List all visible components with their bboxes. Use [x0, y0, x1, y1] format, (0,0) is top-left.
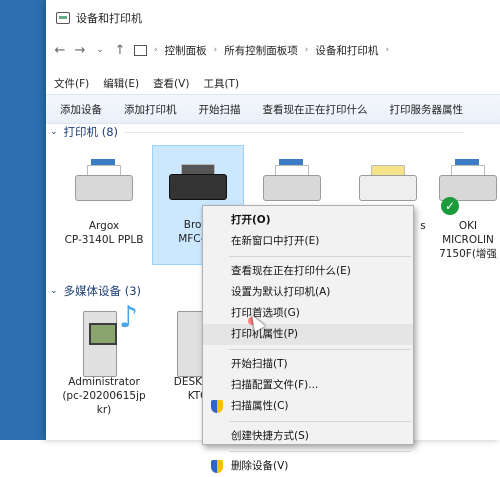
printer-argox[interactable]: Argox CP-3140L PPLB [58, 147, 150, 247]
menu-printing-preferences[interactable]: 打印首选项(G) [203, 303, 413, 324]
forward-arrow-icon[interactable]: → [74, 43, 86, 58]
menu-tools[interactable]: 工具(T) [203, 76, 239, 91]
start-scan-button[interactable]: 开始扫描 [199, 102, 241, 117]
group-title: 多媒体设备 (3) [63, 284, 141, 298]
menu-open-new-window[interactable]: 在新窗口中打开(E) [203, 231, 413, 252]
menu-edit[interactable]: 编辑(E) [103, 76, 139, 91]
device-label: OKI [458, 220, 478, 232]
menu-view[interactable]: 查看(V) [153, 76, 189, 91]
window-title: 设备和打印机 [76, 12, 142, 25]
default-printer-check-icon: ✓ [441, 197, 459, 215]
menu-separator [229, 451, 411, 452]
menu-separator [229, 349, 411, 350]
menu-file[interactable]: 文件(F) [54, 76, 89, 91]
chevron-right-icon: › [385, 45, 389, 55]
menu-open[interactable]: 打开(O) [203, 210, 413, 231]
media-server-icon: ♪ [69, 303, 139, 377]
device-label: 7150F(增强 [439, 248, 497, 260]
breadcrumb-item[interactable]: 所有控制面板项 [224, 43, 298, 58]
chevron-right-icon: › [213, 45, 218, 55]
menu-set-default[interactable]: 设置为默认打印机(A) [203, 282, 413, 303]
menu-scan-properties[interactable]: 扫描属性(C) [203, 396, 413, 417]
device-label: CP-3140L PPLB [64, 234, 144, 246]
control-panel-icon [134, 44, 147, 56]
recent-dropdown-icon[interactable]: ⌄ [94, 45, 106, 55]
media-device-administrator[interactable]: ♪ Administrator (pc-20200615jp kr) [58, 303, 150, 417]
divider [124, 131, 464, 133]
menu-start-scan[interactable]: 开始扫描(T) [203, 354, 413, 375]
printers-group-header[interactable]: ⌄ 打印机 (8) [50, 124, 464, 140]
menu-see-printing[interactable]: 查看现在正在打印什么(E) [203, 261, 413, 282]
menu-remove-device[interactable]: 删除设备(V) [203, 456, 413, 477]
device-label: Argox [88, 220, 120, 232]
devices-printers-icon [56, 12, 70, 24]
breadcrumb-item[interactable]: 控制面板 [165, 43, 207, 58]
menu-separator [229, 256, 411, 257]
breadcrumb[interactable]: › 控制面板 › 所有控制面板项 › 设备和打印机 › [134, 43, 389, 58]
menu-create-shortcut[interactable]: 创建快捷方式(S) [203, 426, 413, 447]
group-title: 打印机 (8) [63, 125, 118, 139]
add-device-button[interactable]: 添加设备 [60, 102, 102, 117]
print-server-properties-button[interactable]: 打印服务器属性 [390, 102, 464, 117]
up-arrow-icon[interactable]: ↑ [114, 43, 126, 58]
shield-icon [211, 400, 223, 413]
chevron-right-icon: › [304, 45, 309, 55]
device-label: kr) [96, 404, 112, 416]
device-label: (pc-20200615jp [62, 390, 146, 402]
printer-icon [69, 153, 139, 215]
menu-separator [229, 421, 411, 422]
menu-label: 删除设备(V) [231, 460, 289, 472]
menu-label: 扫描属性(C) [231, 400, 289, 412]
title-bar: 设备和打印机 [46, 0, 500, 36]
collapse-chevron-icon[interactable]: ⌄ [50, 127, 58, 137]
menu-printer-properties[interactable]: 打印机属性(P) [203, 324, 413, 345]
media-group-header[interactable]: ⌄ 多媒体设备 (3) [50, 283, 141, 299]
printer-oki[interactable]: ✓ OKI MICROLIN 7150F(增强 [422, 147, 500, 261]
chevron-right-icon: › [154, 45, 158, 55]
menu-scan-profiles[interactable]: 扫描配置文件(F)... [203, 375, 413, 396]
context-menu: 打开(O) 在新窗口中打开(E) 查看现在正在打印什么(E) 设置为默认打印机(… [202, 205, 414, 473]
collapse-chevron-icon[interactable]: ⌄ [50, 286, 58, 296]
device-label: Administrator [68, 376, 140, 388]
breadcrumb-item[interactable]: 设备和打印机 [315, 43, 378, 58]
menu-bar: 文件(F) 编辑(E) 查看(V) 工具(T) [46, 72, 500, 94]
add-printer-button[interactable]: 添加打印机 [124, 102, 177, 117]
device-label: MICROLIN [442, 234, 494, 246]
address-row: ← → ⌄ ↑ › 控制面板 › 所有控制面板项 › 设备和打印机 › [46, 36, 500, 64]
see-whats-printing-button[interactable]: 查看现在正在打印什么 [263, 102, 368, 117]
shield-icon [211, 460, 223, 473]
back-arrow-icon[interactable]: ← [54, 43, 66, 58]
printer-icon: ✓ [433, 153, 500, 215]
